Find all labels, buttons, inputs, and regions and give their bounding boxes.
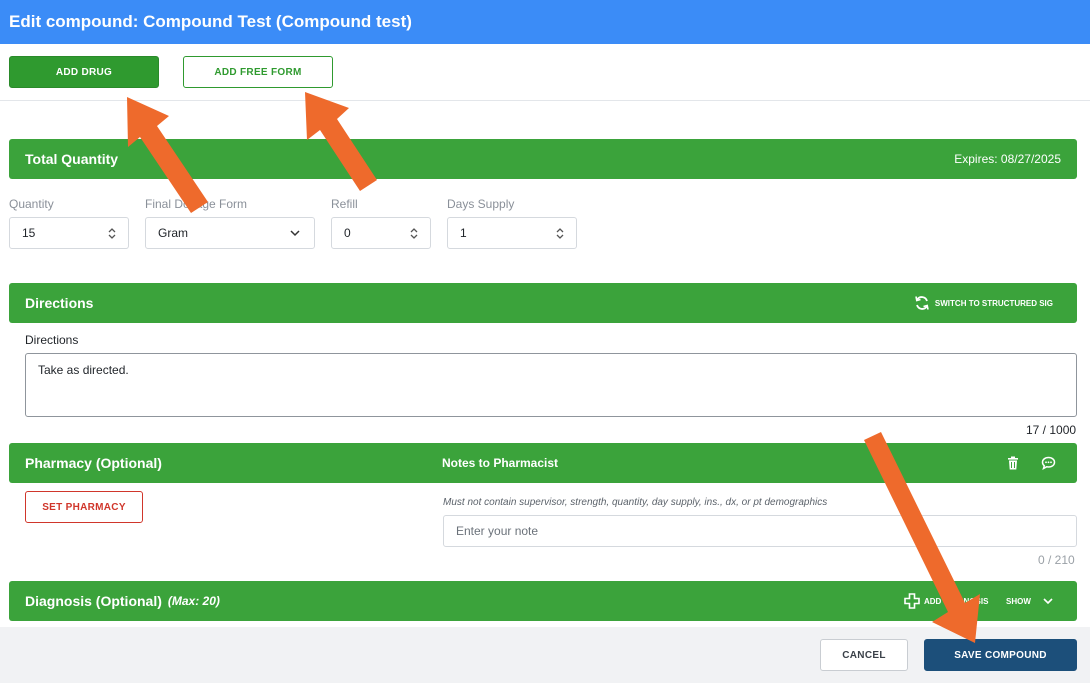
- set-pharmacy-button[interactable]: SET PHARMACY: [25, 491, 143, 523]
- days-supply-input[interactable]: 1: [447, 217, 577, 249]
- diagnosis-max-text: (Max: 20): [167, 594, 220, 608]
- show-label: SHOW: [1006, 596, 1031, 606]
- refill-value: 0: [344, 226, 351, 240]
- total-quantity-header: Total Quantity Expires: 08/27/2025: [9, 139, 1077, 179]
- pharmacy-header: Pharmacy (Optional) Notes to Pharmacist: [9, 443, 1077, 483]
- switch-structured-sig-label: SWITCH TO STRUCTURED SIG: [934, 298, 1053, 308]
- expires-text: Expires: 08/27/2025: [954, 152, 1061, 166]
- chevron-down-icon: [1043, 597, 1053, 604]
- comment-icon[interactable]: [1041, 456, 1056, 470]
- spinner-icon[interactable]: [410, 227, 418, 240]
- total-quantity-title: Total Quantity: [25, 151, 119, 167]
- dialog-title: Edit compound: Compound Test (Compound t…: [0, 0, 1090, 44]
- diagnosis-header: Diagnosis (Optional) (Max: 20) ADD DIAGN…: [9, 581, 1077, 621]
- add-diagnosis-button[interactable]: ADD DIAGNOSIS: [904, 581, 988, 621]
- show-diagnosis-toggle[interactable]: SHOW: [1006, 581, 1053, 621]
- directions-char-counter: 17 / 1000: [1026, 423, 1077, 437]
- final-dosage-form-label: Final Dosage Form: [145, 197, 248, 211]
- final-dosage-form-value: Gram: [158, 226, 188, 240]
- cancel-button[interactable]: CANCEL: [820, 639, 908, 671]
- plus-icon: [904, 593, 920, 609]
- chevron-down-icon: [290, 230, 300, 237]
- notes-to-pharmacist-title: Notes to Pharmacist: [442, 456, 559, 470]
- switch-structured-sig-button[interactable]: SWITCH TO STRUCTURED SIG: [914, 283, 1053, 323]
- directions-textarea[interactable]: Take as directed.: [25, 353, 1077, 417]
- directions-title: Directions: [25, 295, 94, 311]
- refill-input[interactable]: 0: [331, 217, 431, 249]
- spinner-icon[interactable]: [108, 227, 116, 240]
- save-compound-button[interactable]: SAVE COMPOUND: [924, 639, 1077, 671]
- days-supply-label: Days Supply: [447, 197, 515, 211]
- final-dosage-form-select[interactable]: Gram: [145, 217, 315, 249]
- spinner-icon[interactable]: [556, 227, 564, 240]
- directions-field-label: Directions: [25, 333, 79, 347]
- add-diagnosis-label: ADD DIAGNOSIS: [924, 596, 989, 606]
- add-drug-button[interactable]: ADD DRUG: [9, 56, 159, 88]
- diagnosis-title: Diagnosis (Optional): [25, 593, 162, 609]
- quantity-value: 15: [22, 226, 36, 240]
- add-free-form-button[interactable]: ADD FREE FORM: [183, 56, 333, 88]
- quantity-input[interactable]: 15: [9, 217, 129, 249]
- refresh-icon: [915, 296, 929, 310]
- pharmacist-note-input[interactable]: Enter your note: [443, 515, 1077, 547]
- days-supply-value: 1: [460, 226, 467, 240]
- note-char-counter: 0 / 210: [1038, 553, 1075, 567]
- refill-label: Refill: [331, 197, 358, 211]
- toolbar: ADD DRUG ADD FREE FORM: [0, 44, 1090, 101]
- pharmacy-title: Pharmacy (Optional): [25, 455, 162, 471]
- dialog-footer: CANCEL SAVE COMPOUND: [0, 627, 1090, 683]
- note-hint-text: Must not contain supervisor, strength, q…: [443, 497, 828, 508]
- quantity-label: Quantity: [9, 197, 54, 211]
- trash-icon[interactable]: [1007, 456, 1019, 470]
- directions-header: Directions SWITCH TO STRUCTURED SIG: [9, 283, 1077, 323]
